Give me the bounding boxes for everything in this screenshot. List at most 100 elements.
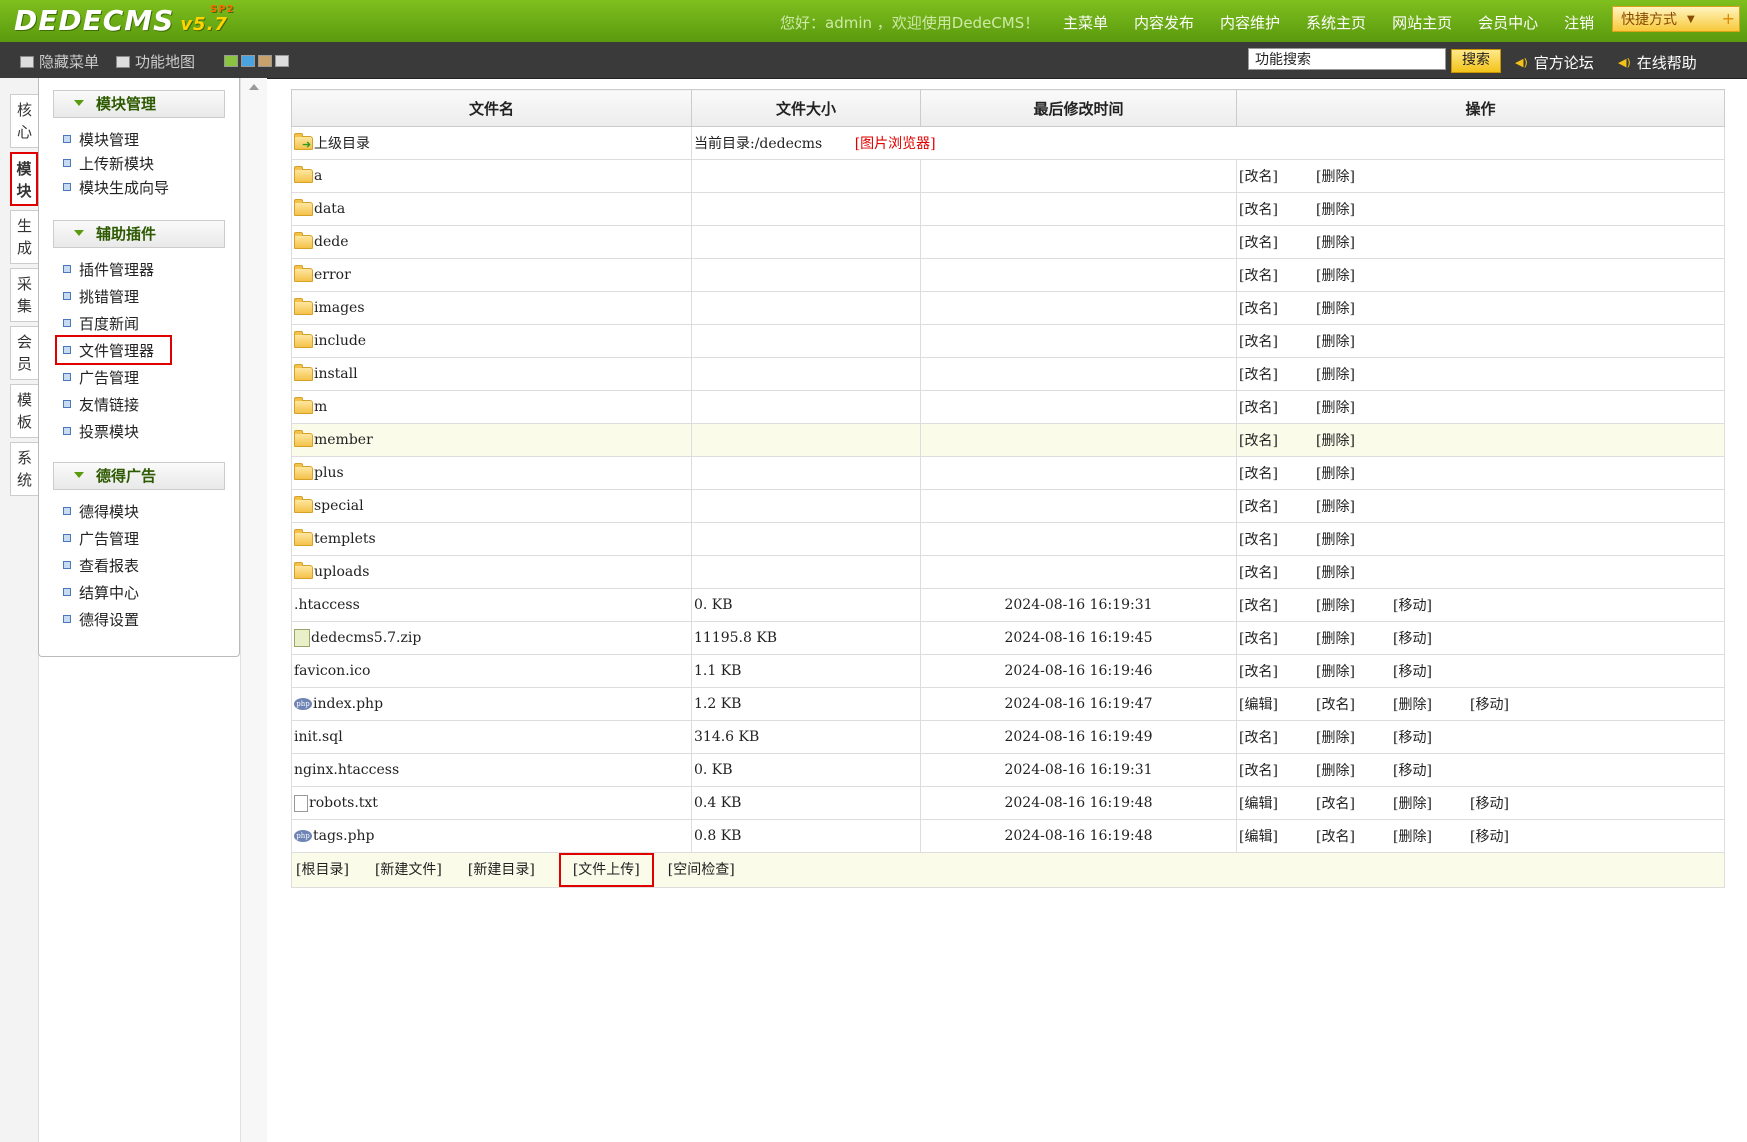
file-link[interactable]: dede xyxy=(294,232,689,250)
nav-system-home[interactable]: 系统主页 xyxy=(1293,12,1379,33)
file-link[interactable]: special xyxy=(294,496,689,514)
menu-item-dede-ad-management[interactable]: 广告管理 xyxy=(63,527,139,549)
file-link[interactable]: member xyxy=(294,430,689,448)
menu-item-file-manager[interactable]: 文件管理器 xyxy=(54,335,173,365)
rename-button[interactable]: [改名] xyxy=(1239,727,1316,747)
edit-button[interactable]: [编辑] xyxy=(1239,826,1316,846)
rename-button[interactable]: [改名] xyxy=(1239,199,1316,219)
rename-button[interactable]: [改名] xyxy=(1239,496,1316,516)
skin-green-swatch[interactable] xyxy=(224,55,238,67)
file-link[interactable]: images xyxy=(294,298,689,316)
menu-item-dede-settings[interactable]: 德得设置 xyxy=(63,608,139,630)
rename-button[interactable]: [改名] xyxy=(1239,397,1316,417)
nav-logout[interactable]: 注销 xyxy=(1551,12,1607,33)
group-aux-plugins[interactable]: 辅助插件 xyxy=(53,220,225,248)
file-upload-button[interactable]: [文件上传] xyxy=(558,853,654,887)
file-link[interactable]: uploads xyxy=(294,562,689,580)
nav-content-publish[interactable]: 内容发布 xyxy=(1121,12,1207,33)
rename-button[interactable]: [改名] xyxy=(1239,265,1316,285)
move-button[interactable]: [移动] xyxy=(1393,760,1470,780)
site-map-button[interactable]: 功能地图 xyxy=(116,51,195,72)
menu-item-ad-management[interactable]: 广告管理 xyxy=(63,366,139,388)
delete-button[interactable]: [删除] xyxy=(1316,595,1393,615)
delete-button[interactable]: [删除] xyxy=(1316,760,1393,780)
rename-button[interactable]: [改名] xyxy=(1239,364,1316,384)
delete-button[interactable]: [删除] xyxy=(1316,430,1393,450)
nav-member-center[interactable]: 会员中心 xyxy=(1465,12,1551,33)
move-button[interactable]: [移动] xyxy=(1393,661,1470,681)
rename-button[interactable]: [改名] xyxy=(1239,232,1316,252)
rename-button[interactable]: [改名] xyxy=(1316,793,1393,813)
move-button[interactable]: [移动] xyxy=(1470,826,1547,846)
move-button[interactable]: [移动] xyxy=(1470,793,1547,813)
function-search-input[interactable] xyxy=(1248,48,1446,70)
menu-item-vote-module[interactable]: 投票模块 xyxy=(63,420,139,442)
plus-icon[interactable]: + xyxy=(1722,9,1735,28)
tab-generate[interactable]: 生成 xyxy=(10,210,38,264)
group-module-management[interactable]: 模块管理 xyxy=(53,90,225,118)
menu-item-error-management[interactable]: 挑错管理 xyxy=(63,285,139,307)
move-button[interactable]: [移动] xyxy=(1393,727,1470,747)
image-browser-link[interactable]: [图片浏览器] xyxy=(855,136,936,152)
new-dir-button[interactable]: [新建目录] xyxy=(466,854,547,887)
file-link[interactable]: include xyxy=(294,331,689,349)
delete-button[interactable]: [删除] xyxy=(1393,826,1470,846)
skin-brown-swatch[interactable] xyxy=(258,55,272,67)
rename-button[interactable]: [改名] xyxy=(1239,661,1316,681)
new-file-button[interactable]: [新建文件] xyxy=(373,854,454,887)
delete-button[interactable]: [删除] xyxy=(1316,727,1393,747)
menu-item-settlement-center[interactable]: 结算中心 xyxy=(63,581,139,603)
nav-content-maintain[interactable]: 内容维护 xyxy=(1207,12,1293,33)
search-button[interactable]: 搜索 xyxy=(1451,49,1501,73)
file-link[interactable]: php index.php xyxy=(294,696,689,712)
file-link[interactable]: init.sql xyxy=(294,729,689,745)
file-link[interactable]: php tags.php xyxy=(294,828,689,844)
group-dede-ads[interactable]: 德得广告 xyxy=(53,462,225,490)
menu-item-module-wizard[interactable]: 模块生成向导 xyxy=(63,176,169,198)
menu-item-dede-module[interactable]: 德得模块 xyxy=(63,500,139,522)
space-check-button[interactable]: [空间检查] xyxy=(666,854,747,887)
delete-button[interactable]: [删除] xyxy=(1316,298,1393,318)
delete-button[interactable]: [删除] xyxy=(1316,529,1393,549)
file-link[interactable]: nginx.htaccess xyxy=(294,762,689,778)
file-link[interactable]: plus xyxy=(294,463,689,481)
rename-button[interactable]: [改名] xyxy=(1239,595,1316,615)
menu-item-upload-module[interactable]: 上传新模块 xyxy=(63,152,154,174)
rename-button[interactable]: [改名] xyxy=(1239,562,1316,582)
delete-button[interactable]: [删除] xyxy=(1316,265,1393,285)
tab-collect[interactable]: 采集 xyxy=(10,268,38,322)
file-link[interactable]: templets xyxy=(294,529,689,547)
delete-button[interactable]: [删除] xyxy=(1316,166,1393,186)
file-link[interactable]: robots.txt xyxy=(294,794,689,812)
tab-system[interactable]: 系统 xyxy=(10,442,38,496)
delete-button[interactable]: [删除] xyxy=(1393,793,1470,813)
edit-button[interactable]: [编辑] xyxy=(1239,694,1316,714)
file-link[interactable]: install xyxy=(294,364,689,382)
rename-button[interactable]: [改名] xyxy=(1239,430,1316,450)
tab-member[interactable]: 会员 xyxy=(10,326,38,380)
move-button[interactable]: [移动] xyxy=(1393,595,1470,615)
delete-button[interactable]: [删除] xyxy=(1316,364,1393,384)
delete-button[interactable]: [删除] xyxy=(1316,562,1393,582)
file-link[interactable]: dedecms5.7.zip xyxy=(294,629,689,647)
menu-item-plugin-manager[interactable]: 插件管理器 xyxy=(63,258,154,280)
rename-button[interactable]: [改名] xyxy=(1239,331,1316,351)
move-button[interactable]: [移动] xyxy=(1470,694,1547,714)
tab-template[interactable]: 模板 xyxy=(10,384,38,438)
rename-button[interactable]: [改名] xyxy=(1239,298,1316,318)
dedecms-logo[interactable]: DEDECMS v5.7 SP2 xyxy=(14,4,234,37)
quick-access-dropdown[interactable]: 快捷方式 ▼ + xyxy=(1612,6,1740,32)
skin-gray-swatch[interactable] xyxy=(275,55,289,67)
delete-button[interactable]: [删除] xyxy=(1316,331,1393,351)
delete-button[interactable]: [删除] xyxy=(1316,199,1393,219)
delete-button[interactable]: [删除] xyxy=(1393,694,1470,714)
menu-item-baidu-news[interactable]: 百度新闻 xyxy=(63,312,139,334)
rename-button[interactable]: [改名] xyxy=(1239,628,1316,648)
hide-menu-button[interactable]: 隐藏菜单 xyxy=(20,51,99,72)
move-button[interactable]: [移动] xyxy=(1393,628,1470,648)
official-forum-link[interactable]: ◀) 官方论坛 xyxy=(1515,52,1594,73)
rename-button[interactable]: [改名] xyxy=(1239,463,1316,483)
tab-core[interactable]: 核心 xyxy=(10,94,38,148)
edit-button[interactable]: [编辑] xyxy=(1239,793,1316,813)
file-link[interactable]: a xyxy=(294,166,689,184)
